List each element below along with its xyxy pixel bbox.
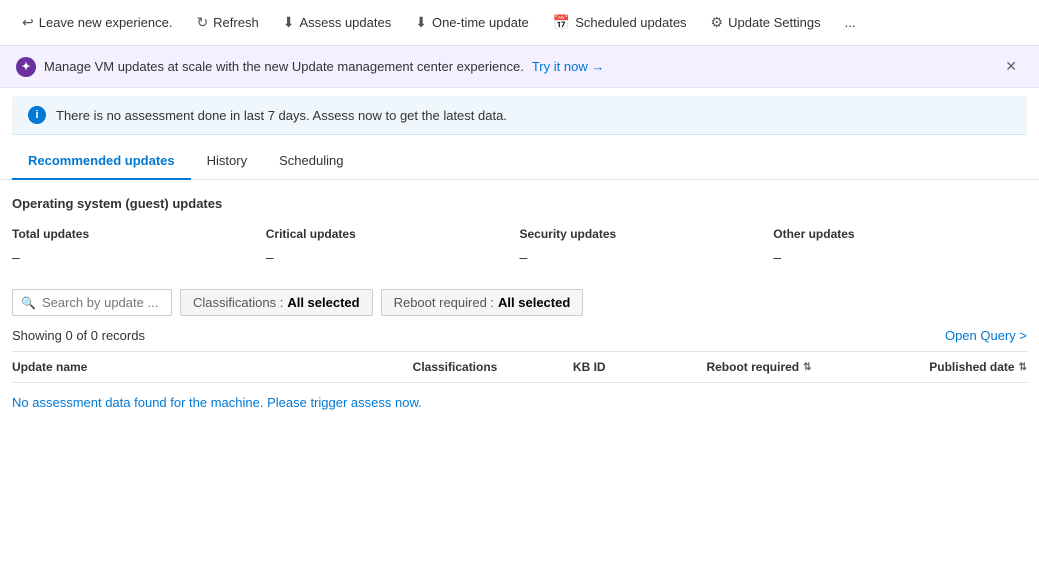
table-header: Update name Classifications KB ID Reboot… — [12, 351, 1027, 383]
th-reboot-required[interactable]: Reboot required ⇅ — [706, 360, 866, 374]
refresh-label: Refresh — [213, 15, 259, 30]
tab-recommended[interactable]: Recommended updates — [12, 143, 191, 180]
published-sort-icon: ⇅ — [1019, 362, 1027, 373]
classifications-label: Classifications : — [193, 295, 283, 310]
table-container: Update name Classifications KB ID Reboot… — [12, 351, 1027, 422]
stats-row: Total updates – Critical updates – Secur… — [12, 227, 1027, 265]
main-content: Operating system (guest) updates Total u… — [0, 180, 1039, 438]
records-bar: Showing 0 of 0 records Open Query > — [12, 328, 1027, 343]
classifications-filter[interactable]: Classifications : All selected — [180, 289, 373, 316]
try-it-now-link[interactable]: Try it now → — [532, 59, 604, 74]
leave-experience-button[interactable]: ↩ Leave new experience. — [12, 8, 182, 37]
no-data-row: No assessment data found for the machine… — [12, 383, 1027, 422]
settings-label: Update Settings — [728, 15, 821, 30]
assess-label: Assess updates — [299, 15, 391, 30]
reboot-filter[interactable]: Reboot required : All selected — [381, 289, 584, 316]
purple-banner: ✦ Manage VM updates at scale with the ne… — [0, 46, 1039, 88]
stat-security-value: – — [520, 249, 774, 265]
classifications-value: All selected — [287, 295, 359, 310]
stat-critical-label: Critical updates — [266, 227, 520, 241]
no-data-message: No assessment data found for the machine… — [12, 395, 422, 410]
stat-critical-updates: Critical updates – — [266, 227, 520, 265]
settings-icon: ⚙ — [711, 14, 724, 31]
scheduled-label: Scheduled updates — [575, 15, 686, 30]
stat-total-value: – — [12, 249, 266, 265]
th-classifications: Classifications — [413, 360, 573, 374]
purple-icon: ✦ — [16, 57, 36, 77]
purple-banner-content: ✦ Manage VM updates at scale with the ne… — [16, 57, 604, 77]
records-count: Showing 0 of 0 records — [12, 328, 145, 343]
stat-total-label: Total updates — [12, 227, 266, 241]
more-label: ... — [845, 15, 856, 30]
refresh-button[interactable]: ↻ Refresh — [186, 8, 268, 37]
stat-other-updates: Other updates – — [773, 227, 1027, 265]
info-banner: i There is no assessment done in last 7 … — [12, 96, 1027, 135]
onetime-label: One-time update — [432, 15, 529, 30]
th-update-name: Update name — [12, 360, 413, 374]
leave-icon: ↩ — [22, 14, 34, 31]
scheduled-icon: 📅 — [553, 14, 570, 31]
reboot-value: All selected — [498, 295, 570, 310]
info-banner-text: There is no assessment done in last 7 da… — [56, 108, 507, 123]
reboot-label: Reboot required : — [394, 295, 494, 310]
update-settings-button[interactable]: ⚙ Update Settings — [701, 8, 831, 37]
search-input[interactable] — [42, 295, 162, 310]
stat-security-updates: Security updates – — [520, 227, 774, 265]
purple-banner-text: Manage VM updates at scale with the new … — [44, 59, 524, 74]
leave-experience-label: Leave new experience. — [39, 15, 173, 30]
tabs-container: Recommended updates History Scheduling — [0, 143, 1039, 180]
scheduled-updates-button[interactable]: 📅 Scheduled updates — [543, 8, 697, 37]
stat-other-label: Other updates — [773, 227, 1027, 241]
stat-security-label: Security updates — [520, 227, 774, 241]
th-published-date[interactable]: Published date ⇅ — [867, 360, 1027, 374]
assess-updates-button[interactable]: ⬇ Assess updates — [273, 8, 402, 37]
table-body: No assessment data found for the machine… — [12, 383, 1027, 422]
info-icon: i — [28, 106, 46, 124]
tab-history[interactable]: History — [191, 143, 263, 180]
purple-banner-close-button[interactable]: ✕ — [999, 56, 1023, 77]
refresh-icon: ↻ — [196, 14, 208, 31]
reboot-sort-icon: ⇅ — [803, 362, 811, 373]
more-options-button[interactable]: ... — [835, 9, 866, 36]
search-icon: 🔍 — [21, 296, 36, 310]
filter-bar: 🔍 Classifications : All selected Reboot … — [12, 289, 1027, 316]
tab-scheduling[interactable]: Scheduling — [263, 143, 359, 180]
open-query-link[interactable]: Open Query > — [945, 328, 1027, 343]
stat-total-updates: Total updates – — [12, 227, 266, 265]
onetime-update-button[interactable]: ⬇ One-time update — [405, 8, 539, 37]
section-title: Operating system (guest) updates — [12, 196, 1027, 211]
toolbar: ↩ Leave new experience. ↻ Refresh ⬇ Asse… — [0, 0, 1039, 46]
stat-other-value: – — [773, 249, 1027, 265]
stat-critical-value: – — [266, 249, 520, 265]
assess-icon: ⬇ — [283, 14, 295, 31]
onetime-icon: ⬇ — [415, 14, 427, 31]
th-kb-id: KB ID — [573, 360, 707, 374]
search-box[interactable]: 🔍 — [12, 289, 172, 316]
